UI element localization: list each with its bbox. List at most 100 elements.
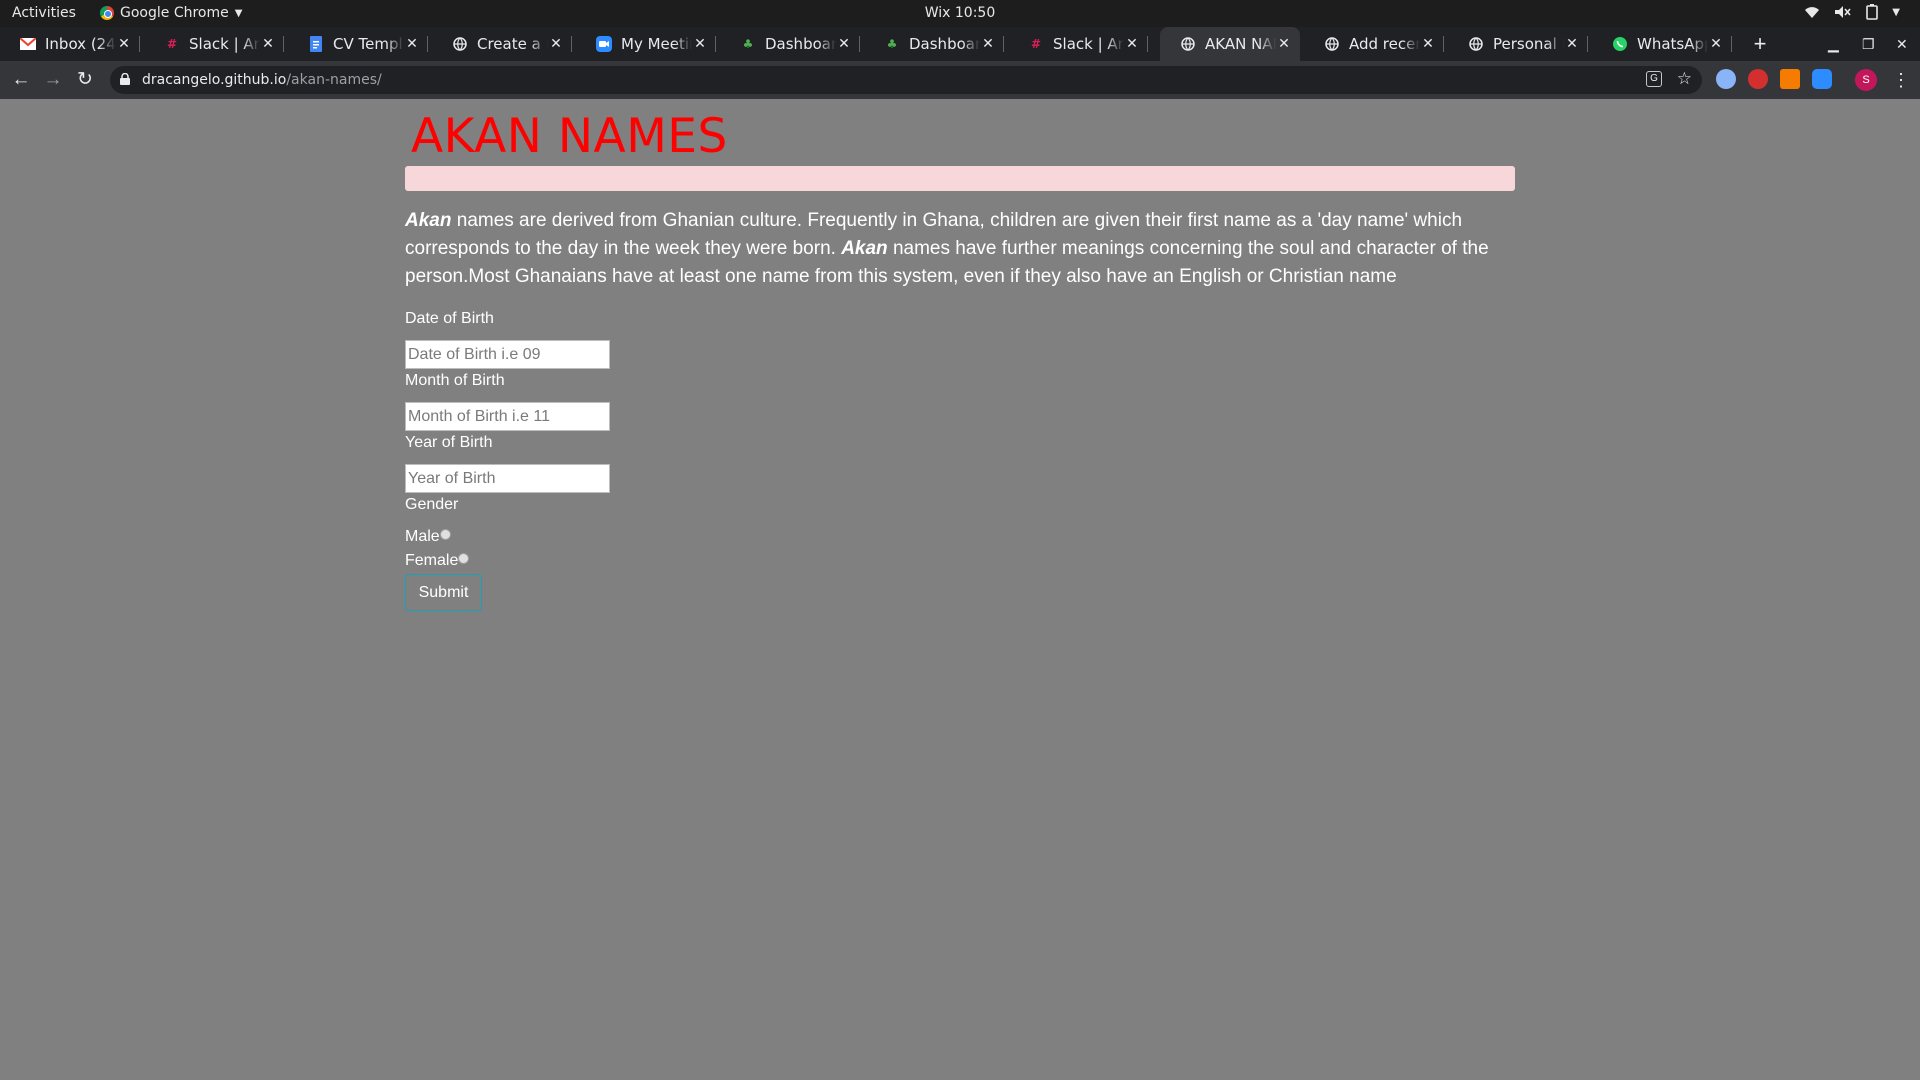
zoom-extension-icon[interactable] [1812,69,1832,89]
tab-slack-2[interactable]: # Slack | Anth ✕ [1008,27,1148,61]
tab-personal[interactable]: Personal P ✕ [1448,27,1588,61]
extension-icon[interactable] [1748,69,1768,89]
gender-option-male[interactable]: Male [405,528,451,546]
app-menu[interactable]: Google Chrome ▼ [100,5,242,21]
gmail-icon [20,36,36,52]
tab-whatsapp[interactable]: WhatsApp ✕ [1592,27,1732,61]
close-icon[interactable]: ✕ [1420,36,1436,52]
restore-button[interactable]: ❐ [1862,27,1875,61]
zoom-icon [596,36,612,52]
close-window-button[interactable]: ✕ [1896,27,1908,61]
close-icon[interactable]: ✕ [116,36,132,52]
back-button[interactable]: ← [10,69,32,91]
tab-title: Add recent [1349,35,1420,53]
close-icon[interactable]: ✕ [836,36,852,52]
address-bar[interactable]: dracangelo.github.io/akan-names/ G ☆ [110,66,1702,94]
year-of-birth-label: Year of Birth [405,434,493,451]
close-icon[interactable]: ✕ [548,36,564,52]
tab-add-recent[interactable]: Add recent ✕ [1304,27,1444,61]
page-content: AKAN NAMES Akan names are derived from G… [0,99,1920,1080]
tab-dashboard-2[interactable]: ♣ Dashboard ✕ [864,27,1004,61]
akan-emphasis: Akan [405,210,452,231]
result-alert-bar [405,166,1515,191]
lock-icon [120,73,130,85]
app-menu-label: Google Chrome [120,5,229,21]
tab-title: AKAN NAM [1205,35,1276,53]
tab-title: WhatsApp [1637,35,1708,53]
url-text: dracangelo.github.io/akan-names/ [142,72,382,88]
url-path: /akan-names/ [286,72,382,88]
tab-strip: Inbox (241) ✕ # Slack | Anth ✕ CV Templa… [0,27,1920,61]
tab-title: Create a ne [477,35,548,53]
tab-slack[interactable]: # Slack | Anth ✕ [144,27,284,61]
tab-title: Slack | Anth [189,35,260,53]
close-icon[interactable]: ✕ [1708,36,1724,52]
palm-tree-icon: ♣ [742,37,754,51]
tab-dashboard-1[interactable]: ♣ Dashboard ✕ [720,27,860,61]
profile-avatar[interactable]: S [1855,69,1877,91]
close-icon[interactable]: ✕ [980,36,996,52]
slack-icon: # [1030,37,1042,51]
bookmark-star-icon[interactable]: ☆ [1677,69,1692,89]
extension-icon[interactable] [1716,69,1736,89]
activities-button[interactable]: Activities [12,5,76,21]
page-title: AKAN NAMES [411,109,728,164]
tab-title: Personal P [1493,35,1564,53]
tab-title: Dashboard [765,35,836,53]
clock[interactable]: Wix 10:50 [0,5,1920,21]
wifi-icon [1805,7,1820,18]
caret-down-icon: ▼ [234,7,243,19]
close-icon[interactable]: ✕ [1564,36,1580,52]
intro-paragraph: Akan names are derived from Ghanian cult… [405,207,1515,291]
male-radio[interactable] [439,529,451,540]
google-docs-icon [308,36,324,52]
close-icon[interactable]: ✕ [692,36,708,52]
minimize-button[interactable]: ▁ [1828,27,1839,61]
battery-icon [1866,4,1879,20]
female-label: Female [405,552,459,569]
close-icon[interactable]: ✕ [260,36,276,52]
tab-inbox[interactable]: Inbox (241) ✕ [0,27,140,61]
system-top-bar: Activities Google Chrome ▼ Wix 10:50 ▼ [0,0,1920,27]
globe-icon [1468,36,1484,52]
tab-title: My Meeting [621,35,692,53]
extension-icon[interactable] [1780,69,1800,89]
browser-toolbar: ← → ↻ dracangelo.github.io/akan-names/ G… [0,61,1920,99]
female-radio[interactable] [458,553,470,564]
submit-button[interactable]: Submit [405,574,482,611]
tab-title: CV Templat [333,35,404,53]
tab-create[interactable]: Create a ne ✕ [432,27,572,61]
globe-icon [1180,36,1196,52]
volume-muted-icon [1835,6,1851,18]
tab-cv-template[interactable]: CV Templat ✕ [288,27,428,61]
whatsapp-icon [1612,36,1628,52]
akan-emphasis: Akan [841,238,888,259]
reload-button[interactable]: ↻ [74,69,96,91]
close-icon[interactable]: ✕ [1124,36,1140,52]
month-of-birth-input[interactable] [405,402,610,431]
close-icon[interactable]: ✕ [404,36,420,52]
gender-label: Gender [405,496,459,513]
palm-tree-icon: ♣ [886,37,898,51]
year-of-birth-input[interactable] [405,464,610,493]
tab-title: Inbox (241) [45,35,116,53]
chrome-icon [100,6,114,20]
translate-icon[interactable]: G [1646,71,1662,87]
month-of-birth-label: Month of Birth [405,372,505,389]
gender-option-female[interactable]: Female [405,552,470,570]
tab-title: Slack | Anth [1053,35,1124,53]
tab-title: Dashboard [909,35,980,53]
close-icon[interactable]: ✕ [1276,36,1292,52]
globe-icon [1324,36,1340,52]
more-menu-icon[interactable]: ⋮ [1892,69,1910,91]
forward-button[interactable]: → [42,69,64,91]
url-host: dracangelo.github.io [142,72,287,88]
tab-my-meeting[interactable]: My Meeting ✕ [576,27,716,61]
new-tab-button[interactable]: + [1748,27,1772,61]
date-of-birth-input[interactable] [405,340,610,369]
male-label: Male [405,528,440,545]
tab-akan-names[interactable]: AKAN NAM ✕ [1160,27,1300,61]
system-tray[interactable]: ▼ [1804,4,1900,20]
slack-icon: # [166,37,178,51]
date-of-birth-label: Date of Birth [405,310,494,327]
